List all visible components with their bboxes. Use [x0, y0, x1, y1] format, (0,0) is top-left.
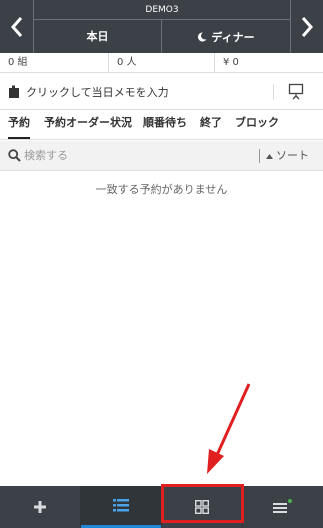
tab-finished[interactable]: 終了 — [200, 111, 222, 139]
empty-list-message: 一致する予約がありません — [95, 183, 228, 196]
tab-reservation-orders[interactable]: 予約オーダー状況 — [44, 111, 132, 139]
tab-block[interactable]: ブロック — [235, 111, 279, 139]
search-icon — [8, 149, 21, 162]
daily-memo-row[interactable]: クリックして当日メモを入力 — [0, 74, 323, 110]
meal-period-label: ディナー — [211, 30, 255, 44]
main-menu-button[interactable] — [243, 486, 323, 528]
chevron-left-icon — [10, 16, 22, 37]
sort-divider — [259, 149, 260, 163]
memo-divider — [273, 84, 274, 100]
tab-waitlist[interactable]: 順番待ち — [143, 111, 187, 139]
next-day-button[interactable] — [290, 0, 323, 53]
header-bar: DEMO3 本日 ディナー — [0, 0, 323, 53]
daily-memo-placeholder[interactable]: クリックして当日メモを入力 — [26, 84, 169, 100]
previous-day-button[interactable] — [0, 0, 33, 53]
caret-up-icon — [266, 153, 273, 159]
tab-reservations[interactable]: 予約 — [8, 111, 30, 139]
plus-icon — [34, 501, 46, 513]
shop-name: DEMO3 — [34, 0, 290, 20]
presentation-icon[interactable] — [288, 83, 304, 100]
group-count: 0 組 — [8, 57, 28, 68]
search-input[interactable]: 検索する — [24, 141, 68, 171]
memo-clip-icon — [9, 85, 19, 98]
search-bar: 検索する ソート — [0, 141, 323, 171]
sales-amount: ¥ 0 — [214, 53, 323, 72]
moon-icon — [198, 31, 207, 41]
list-icon — [113, 499, 129, 512]
date-selector[interactable]: 本日 — [34, 20, 161, 53]
reservation-tabs: 予約 予約オーダー状況 順番待ち 終了 ブロック — [0, 111, 323, 140]
add-reservation-button[interactable] — [0, 486, 80, 528]
meal-period-selector[interactable]: ディナー — [162, 20, 290, 53]
sort-button[interactable]: ソート — [266, 141, 309, 171]
menu-icon — [273, 499, 292, 513]
sort-label: ソート — [276, 149, 309, 162]
summary-stats: 0 組 0 人 ¥ 0 — [0, 53, 323, 73]
list-view-button[interactable] — [81, 486, 161, 528]
annotation-highlight-box — [161, 484, 244, 523]
chevron-right-icon — [301, 16, 313, 37]
people-count: 0 人 — [108, 53, 214, 72]
